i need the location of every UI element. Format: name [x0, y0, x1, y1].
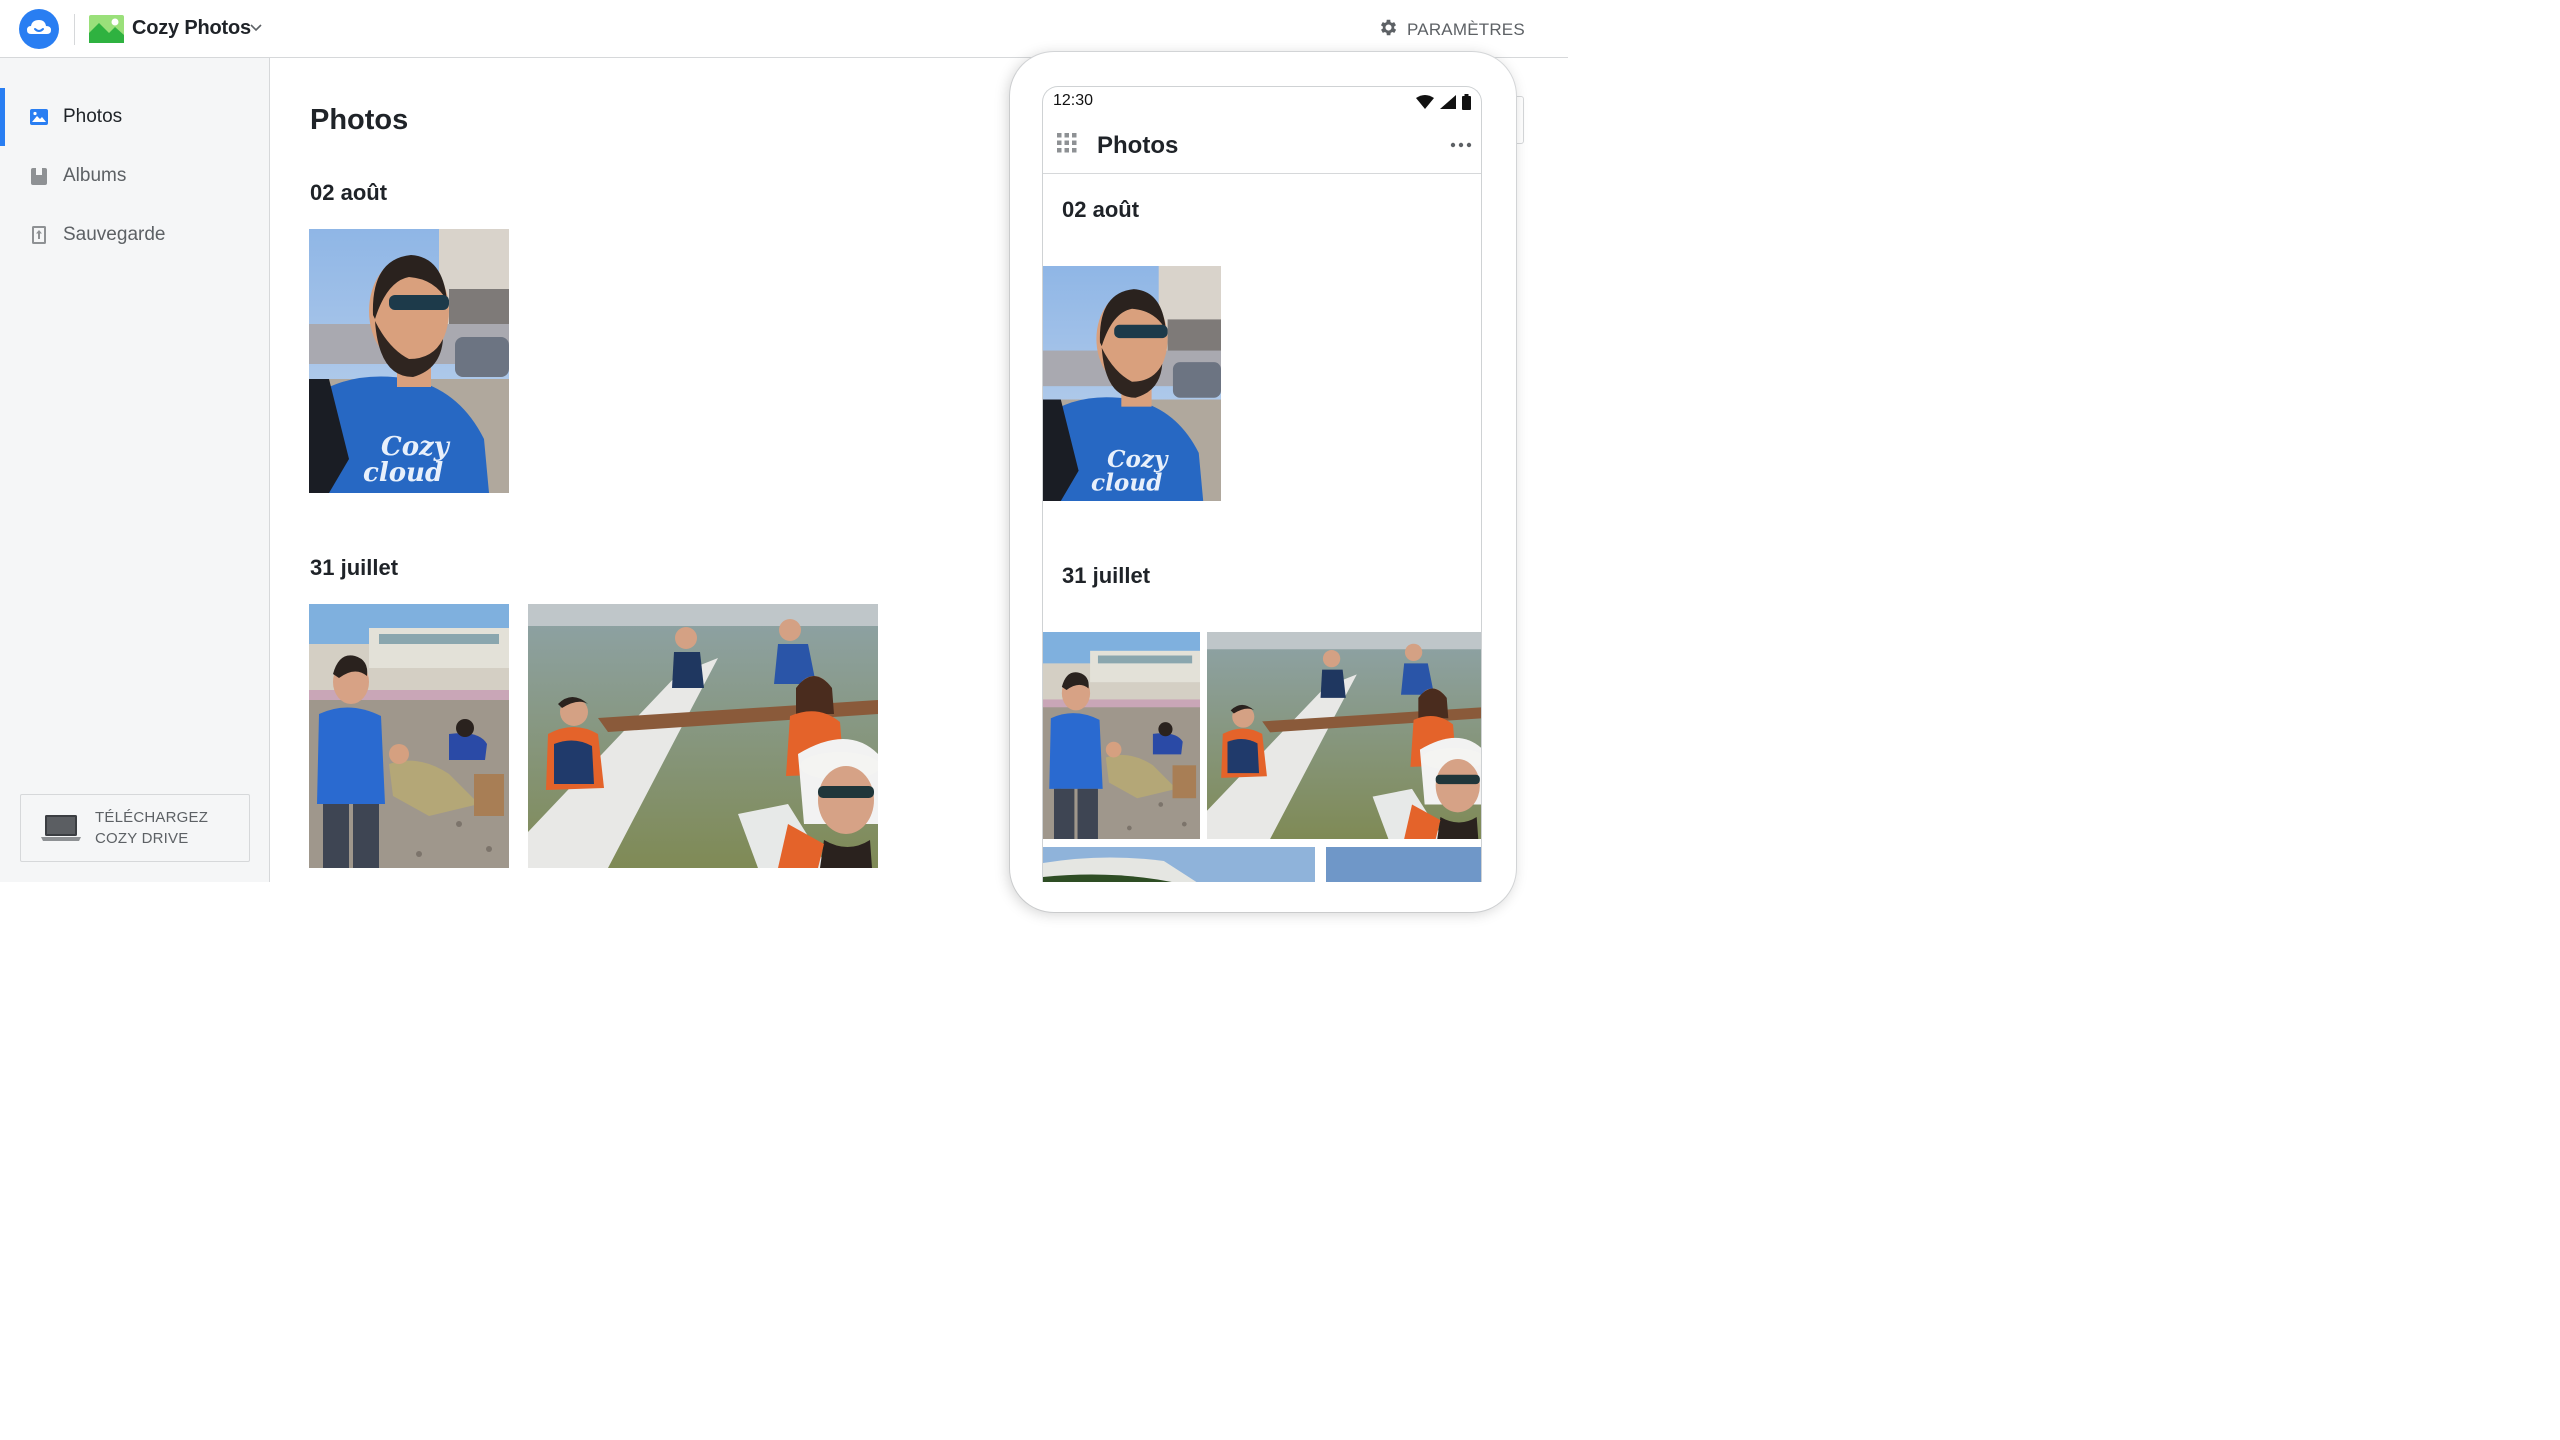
photo-thumbnail-portrait[interactable]	[309, 229, 509, 493]
mobile-photo-kayak[interactable]	[1207, 632, 1482, 839]
sidebar-item-backup[interactable]: Sauvegarde	[0, 206, 269, 264]
header-divider	[74, 14, 75, 45]
sidebar: Photos Albums Sauvegarde TÉLÉCHARGEZ COZ…	[0, 58, 270, 882]
mobile-title: Photos	[1097, 132, 1179, 159]
mobile-photo-sky[interactable]	[1326, 847, 1482, 882]
chevron-down-icon[interactable]	[249, 21, 263, 35]
top-bar: Cozy Photos PARAMÈTRES	[0, 0, 1568, 58]
status-time: 12:30	[1053, 92, 1094, 109]
album-icon	[29, 166, 49, 186]
phone-screen: 12:30 Photos 02 août 31 juillet	[1042, 86, 1482, 882]
mobile-section-date: 02 août	[1062, 197, 1140, 222]
app-name[interactable]: Cozy Photos	[132, 17, 251, 40]
more-options-icon[interactable]	[1449, 135, 1473, 155]
sidebar-item-label: Albums	[63, 165, 127, 186]
page-title: Photos	[310, 104, 409, 136]
battery-icon	[1462, 94, 1471, 115]
app-grid-icon[interactable]	[1057, 133, 1077, 153]
settings-label: PARAMÈTRES	[1407, 20, 1525, 39]
photos-app-icon	[89, 15, 124, 43]
sidebar-item-label: Sauvegarde	[63, 224, 166, 245]
status-icons	[1416, 94, 1471, 115]
mobile-section-date: 31 juillet	[1062, 563, 1151, 588]
sidebar-item-photos[interactable]: Photos	[0, 88, 269, 146]
cozy-cloud-icon[interactable]	[19, 9, 59, 49]
mobile-photo-beach[interactable]	[1043, 632, 1200, 839]
section-date: 02 août	[310, 180, 388, 205]
main-content: Photos 02 août 31 juillet	[270, 58, 1010, 882]
mobile-header: Photos	[1043, 117, 1481, 174]
image-icon	[29, 107, 49, 127]
settings-button[interactable]: PARAMÈTRES	[1378, 18, 1525, 42]
backup-icon	[29, 225, 49, 245]
wifi-icon	[1416, 95, 1434, 114]
signal-icon	[1440, 95, 1456, 114]
mobile-photo-portrait[interactable]	[1043, 266, 1221, 501]
section-date: 31 juillet	[310, 555, 399, 580]
laptop-icon	[41, 813, 81, 843]
download-line-2: COZY DRIVE	[95, 830, 189, 847]
photo-thumbnail-kayak[interactable]	[528, 604, 878, 868]
download-line-1: TÉLÉCHARGEZ	[95, 809, 209, 826]
sidebar-item-label: Photos	[63, 106, 123, 127]
gear-icon	[1378, 17, 1399, 43]
download-cozy-drive-button[interactable]: TÉLÉCHARGEZ COZY DRIVE	[20, 794, 250, 862]
mobile-photo-cliff[interactable]	[1043, 847, 1315, 882]
sidebar-item-albums[interactable]: Albums	[0, 147, 269, 205]
photo-thumbnail-beach[interactable]	[309, 604, 509, 868]
